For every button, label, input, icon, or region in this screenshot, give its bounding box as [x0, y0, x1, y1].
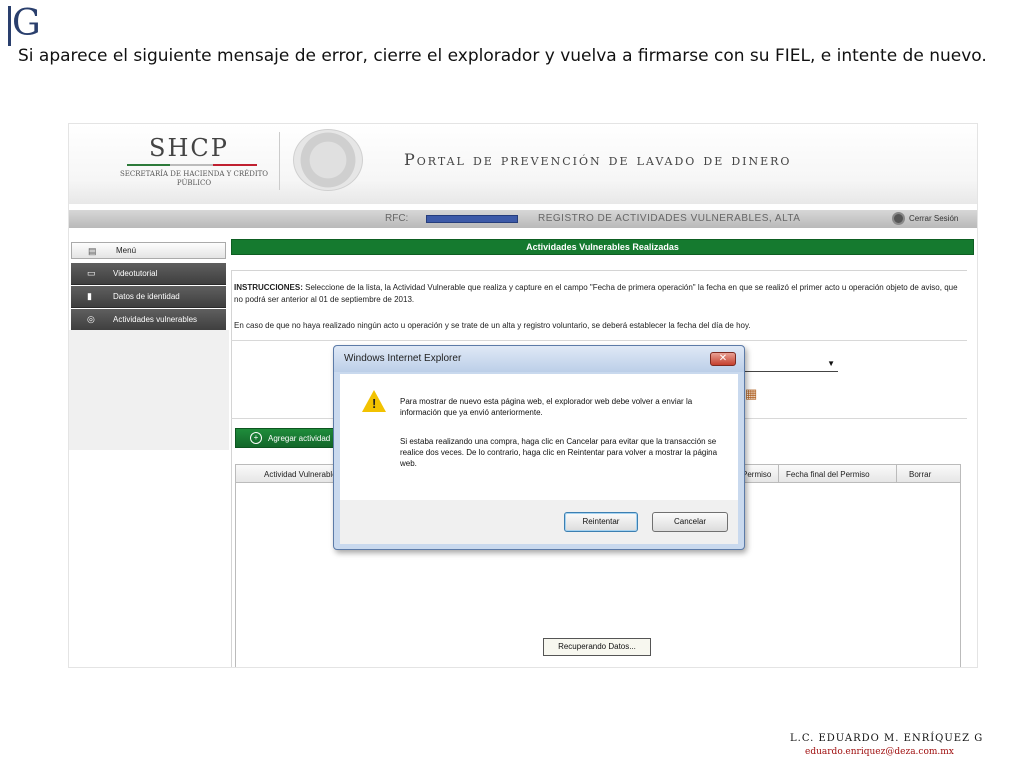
logout-icon[interactable]: [892, 212, 905, 225]
video-icon: ▭: [87, 268, 96, 278]
sidebar-item-videotutorial[interactable]: ▭ Videotutorial: [71, 263, 226, 285]
sidebar-item-identidad[interactable]: ▮ Datos de identidad: [71, 286, 226, 308]
menu-icon: ▤: [88, 246, 97, 256]
ie-dialog: Windows Internet Explorer ✕ ! Para mostr…: [333, 345, 745, 550]
menu-header[interactable]: ▤ Menú: [71, 242, 226, 259]
rfc-label: RFC:: [385, 213, 409, 224]
rfc-value-box: [426, 215, 518, 223]
dialog-message-1: Para mostrar de nuevo esta página web, e…: [400, 397, 693, 417]
slide-logo: G: [8, 3, 48, 46]
footer-email: eduardo.enriquez@deza.com.mx: [805, 747, 954, 757]
national-seal-icon: [293, 129, 363, 191]
activity-select[interactable]: ▼: [745, 358, 838, 372]
sidebar-item-label: Datos de identidad: [113, 292, 180, 301]
grid-header-cell: Actividad Vulnerable: [264, 470, 337, 479]
grid-separator: [778, 465, 779, 483]
grid-separator: [896, 465, 897, 483]
dialog-footer: Reintentar Cancelar: [340, 500, 738, 544]
logo-bar: [8, 6, 11, 46]
instructions-bold: INSTRUCCIONES:: [234, 283, 303, 292]
sidebar-item-label: Videotutorial: [113, 269, 158, 278]
cancel-button[interactable]: Cancelar: [652, 512, 728, 532]
sidebar-background: [69, 330, 229, 450]
instructions-note: En caso de que no haya realizado ningún …: [234, 321, 751, 330]
add-icon: +: [250, 432, 262, 444]
logout-link[interactable]: Cerrar Sesión: [909, 214, 958, 223]
status-bar: RFC: REGISTRO DE ACTIVIDADES VULNERABLES…: [69, 210, 977, 228]
dialog-title: Windows Internet Explorer: [344, 353, 462, 364]
grid-header-cell: Fecha final del Permiso: [786, 470, 870, 479]
section-title: Actividades Vulnerables Realizadas: [526, 242, 679, 252]
instructions-paragraph: INSTRUCCIONES: Seleccione de la lista, l…: [234, 282, 959, 306]
grid-header-cell: Borrar: [909, 470, 932, 479]
sidebar-item-label: Actividades vulnerables: [113, 315, 198, 324]
dialog-title-bar[interactable]: Windows Internet Explorer ✕: [334, 346, 744, 372]
dialog-message-2: Si estaba realizando una compra, haga cl…: [400, 437, 718, 468]
add-activity-button[interactable]: + Agregar actividad: [235, 428, 345, 448]
add-activity-label: Agregar actividad: [268, 434, 331, 443]
slide-instruction: Si aparece el siguiente mensaje de error…: [18, 46, 987, 66]
registro-label: REGISTRO DE ACTIVIDADES VULNERABLES, ALT…: [538, 213, 801, 224]
logo-letter: G: [12, 3, 41, 44]
shcp-logo: SHCP: [149, 134, 229, 162]
shcp-subtitle: SECRETARÍA DE HACIENDA Y CRÉDITO PÚBLICO: [119, 170, 269, 187]
activities-icon: ◎: [87, 314, 95, 324]
warning-mark: !: [372, 396, 377, 411]
calendar-icon[interactable]: ▦: [745, 386, 757, 402]
divider: [231, 340, 967, 341]
chevron-down-icon[interactable]: ▼: [827, 359, 835, 368]
portal-title: Portal de prevención de lavado de dinero: [404, 150, 792, 169]
header-divider: [279, 132, 280, 190]
instructions-text: Seleccione de la lista, la Actividad Vul…: [234, 283, 958, 304]
retry-button[interactable]: Reintentar: [564, 512, 638, 532]
dialog-body: ! Para mostrar de nuevo esta página web,…: [340, 374, 738, 500]
menu-label: Menú: [116, 246, 137, 255]
footer-author: L.C. EDUARDO M. ENRÍQUEZ G: [790, 733, 984, 744]
portal-header: SHCP SECRETARÍA DE HACIENDA Y CRÉDITO PÚ…: [69, 124, 977, 204]
section-header: Actividades Vulnerables Realizadas: [231, 239, 974, 255]
close-icon[interactable]: ✕: [710, 352, 736, 366]
shcp-tricolor-line: [127, 164, 257, 166]
grid-header-cell: Permiso: [742, 470, 772, 479]
sidebar-item-actividades[interactable]: ◎ Actividades vulnerables: [71, 309, 226, 331]
id-icon: ▮: [87, 291, 92, 301]
loading-indicator: Recuperando Datos...: [543, 638, 651, 656]
